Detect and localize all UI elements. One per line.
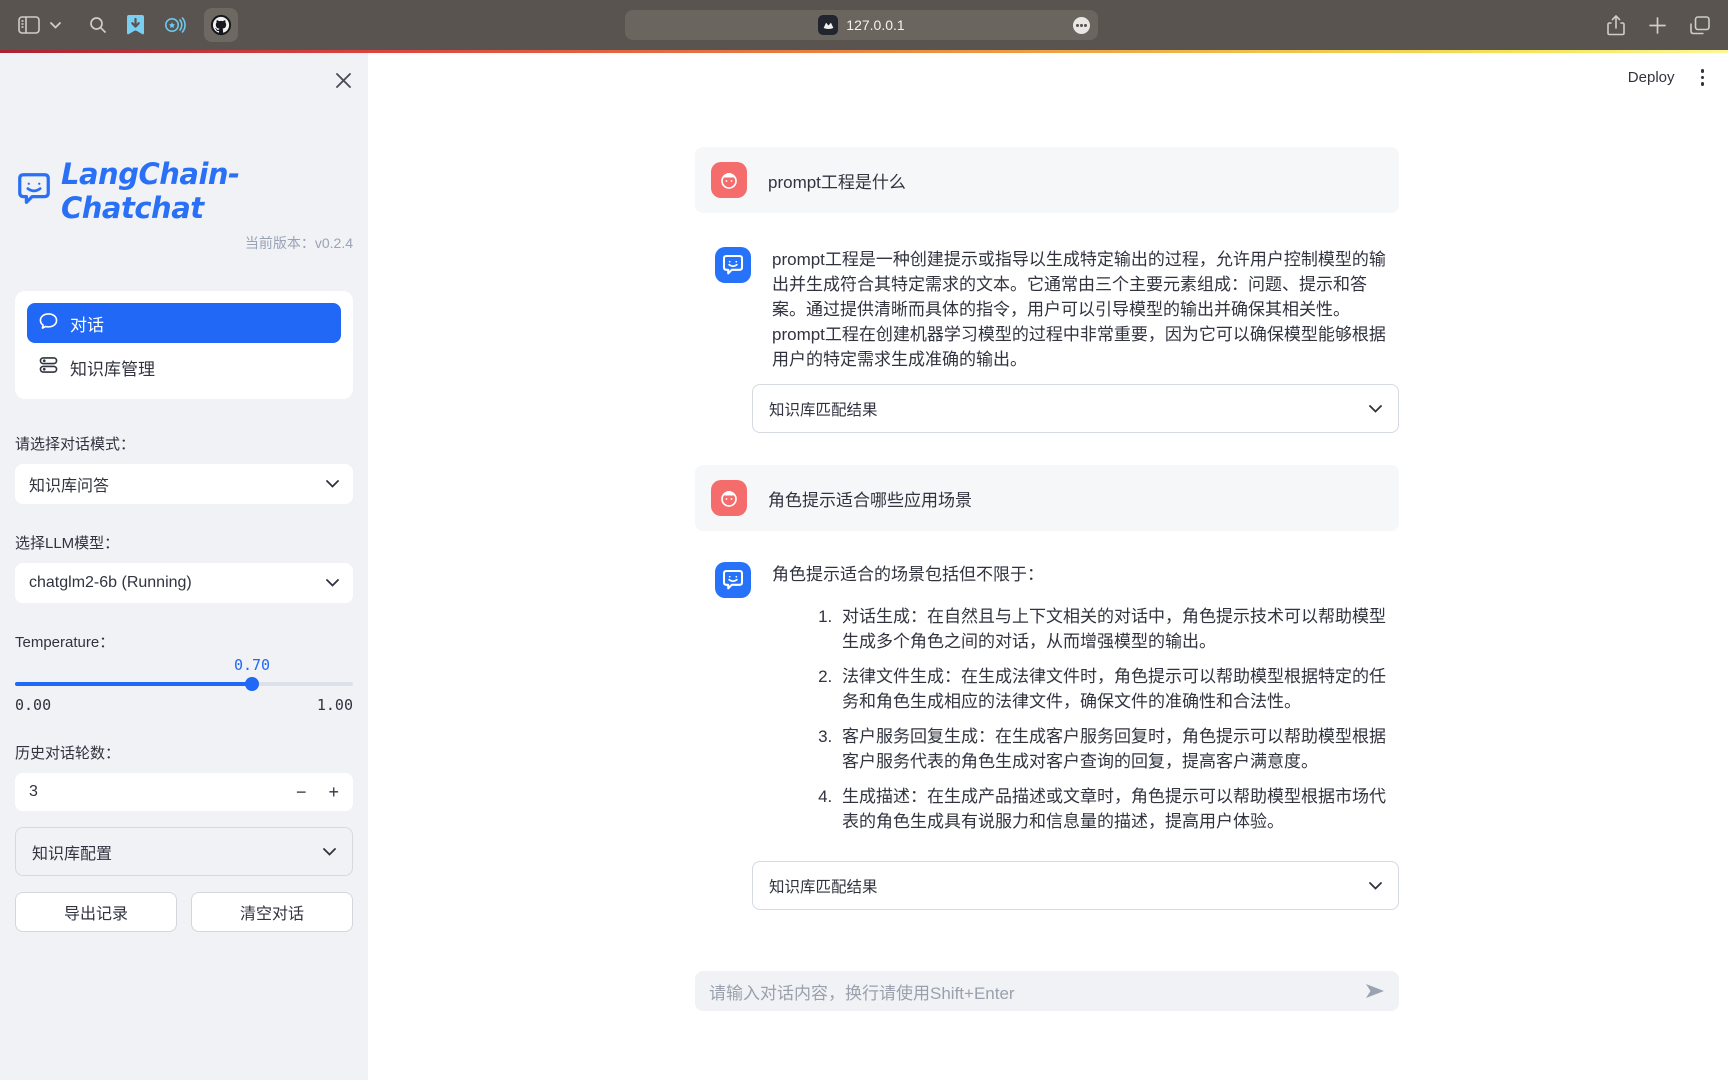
logo-chat-icon: [15, 170, 53, 213]
assistant-avatar: [715, 562, 751, 598]
bookmark-download-icon[interactable]: [125, 14, 146, 36]
list-item: 对话生成：在自然且与上下文相关的对话中，角色提示技术可以帮助模型生成多个角色之间…: [837, 604, 1399, 654]
github-icon: [210, 14, 232, 36]
radar-star-icon[interactable]: [164, 14, 186, 36]
clear-dialog-button[interactable]: 清空对话: [191, 892, 353, 932]
history-rounds-label: 历史对话轮数：: [15, 742, 353, 763]
temperature-slider: 0.70 0.00 1.00: [15, 656, 353, 714]
user-avatar: [711, 480, 747, 516]
dialog-mode-label: 请选择对话模式：: [15, 433, 353, 454]
user-message-text: 角色提示适合哪些应用场景: [768, 486, 972, 511]
tab-overview-icon[interactable]: [1690, 16, 1710, 35]
list-item: 法律文件生成：在生成法律文件时，角色提示可以帮助模型根据特定的任务和角色生成相应…: [837, 664, 1399, 714]
chat-history: prompt工程是什么 prompt工程是一种创建提示或指导以生成特定输出的过程…: [695, 147, 1399, 910]
nav-item-label: 知识库管理: [70, 355, 155, 380]
chat-input-placeholder: 请输入对话内容，换行请使用Shift+Enter: [709, 979, 1365, 1004]
slider-current-value: 0.70: [234, 656, 270, 674]
nav-menu: 对话 知识库管理: [15, 291, 353, 399]
slider-max-label: 1.00: [317, 696, 353, 714]
nav-item-dialogue[interactable]: 对话: [27, 303, 341, 343]
history-rounds-value: 3: [29, 783, 38, 801]
chat-bubble-icon: [39, 312, 58, 335]
share-icon[interactable]: [1607, 15, 1625, 36]
assistant-message: prompt工程是一种创建提示或指导以生成特定输出的过程，允许用户控制模型的输出…: [695, 247, 1399, 372]
main-area: Deploy prompt工程是什么: [368, 53, 1728, 1080]
increment-button[interactable]: +: [328, 783, 339, 801]
main-menu-icon[interactable]: [1701, 69, 1705, 86]
chevron-down-icon: [326, 475, 339, 493]
assistant-avatar: [715, 247, 751, 283]
chevron-down-icon: [323, 843, 336, 861]
clear-dialog-label: 清空对话: [240, 900, 304, 924]
kb-match-label: 知识库匹配结果: [769, 875, 878, 897]
assistant-message-intro: 角色提示适合的场景包括但不限于：: [772, 562, 1399, 587]
version-label: 当前版本：v0.2.4: [15, 233, 353, 253]
kb-config-label: 知识库配置: [32, 840, 112, 864]
user-message: 角色提示适合哪些应用场景: [695, 465, 1399, 531]
user-avatar: [711, 162, 747, 198]
app-logo: LangChain-Chatchat: [15, 157, 353, 225]
dialog-mode-select[interactable]: 知识库问答: [15, 464, 353, 504]
assistant-message: 角色提示适合的场景包括但不限于： 对话生成：在自然且与上下文相关的对话中，角色提…: [695, 562, 1399, 844]
page-more-icon[interactable]: [1073, 17, 1090, 34]
send-icon[interactable]: [1365, 983, 1385, 999]
assistant-message-text: prompt工程是一种创建提示或指导以生成特定输出的过程，允许用户控制模型的输出…: [772, 247, 1399, 372]
user-message-text: prompt工程是什么: [768, 168, 906, 193]
export-history-button[interactable]: 导出记录: [15, 892, 177, 932]
llm-model-select[interactable]: chatglm2-6b (Running): [15, 563, 353, 603]
app-shell: LangChain-Chatchat 当前版本：v0.2.4 对话: [0, 53, 1728, 1080]
nav-item-label: 对话: [70, 311, 104, 336]
chevron-down-icon: [1369, 877, 1382, 895]
llm-model-value: chatglm2-6b (Running): [29, 574, 192, 592]
history-rounds-input[interactable]: 3 − +: [15, 773, 353, 811]
dialog-mode-value: 知识库问答: [29, 472, 109, 496]
url-text: 127.0.0.1: [846, 17, 904, 33]
slider-track[interactable]: [15, 682, 353, 686]
kb-config-expander[interactable]: 知识库配置: [15, 827, 353, 876]
decrement-button[interactable]: −: [296, 783, 307, 801]
user-message: prompt工程是什么: [695, 147, 1399, 213]
nav-item-knowledge-base[interactable]: 知识库管理: [27, 347, 341, 387]
slider-fill: [15, 682, 252, 686]
assistant-message-list: 对话生成：在自然且与上下文相关的对话中，角色提示技术可以帮助模型生成多个角色之间…: [772, 604, 1399, 834]
sidebar-toggle-icon[interactable]: [18, 16, 40, 34]
sidebar-close-button[interactable]: [330, 67, 356, 93]
site-favicon: [818, 15, 838, 35]
slider-thumb[interactable]: [245, 677, 259, 691]
database-icon: [39, 356, 58, 379]
list-item: 生成描述：在生成产品描述或文章时，角色提示可以帮助模型根据市场代表的角色生成具有…: [837, 784, 1399, 834]
slider-min-label: 0.00: [15, 696, 51, 714]
new-tab-icon[interactable]: [1649, 17, 1666, 34]
llm-model-label: 选择LLM模型：: [15, 532, 353, 553]
kb-match-label: 知识库匹配结果: [769, 398, 878, 420]
export-history-label: 导出记录: [64, 900, 128, 924]
chevron-down-icon[interactable]: [50, 22, 61, 29]
github-tab-button[interactable]: [204, 8, 238, 42]
kb-match-expander[interactable]: 知识库匹配结果: [752, 384, 1399, 433]
address-bar[interactable]: 127.0.0.1: [625, 10, 1098, 40]
temperature-label: Temperature：: [15, 631, 353, 652]
browser-toolbar: 127.0.0.1: [0, 0, 1728, 50]
sidebar: LangChain-Chatchat 当前版本：v0.2.4 对话: [0, 53, 368, 1080]
kb-match-expander[interactable]: 知识库匹配结果: [752, 861, 1399, 910]
toolbar-left-group: [18, 0, 238, 50]
list-item: 客户服务回复生成：在生成客户服务回复时，角色提示可以帮助模型根据客户服务代表的角…: [837, 724, 1399, 774]
chevron-down-icon: [1369, 400, 1382, 418]
chat-input[interactable]: 请输入对话内容，换行请使用Shift+Enter: [695, 971, 1399, 1011]
chevron-down-icon: [326, 574, 339, 592]
search-icon[interactable]: [89, 16, 107, 34]
toolbar-right-group: [1607, 0, 1710, 50]
logo-text: LangChain-Chatchat: [61, 157, 353, 225]
deploy-button[interactable]: Deploy: [1628, 69, 1675, 86]
